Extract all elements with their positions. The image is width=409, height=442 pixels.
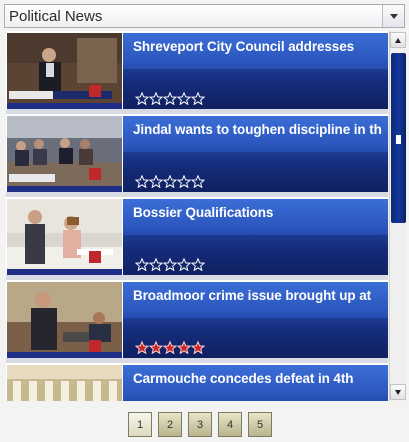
- dropdown-toggle-button[interactable]: [382, 5, 404, 27]
- star-icon[interactable]: [163, 175, 177, 188]
- news-item-2[interactable]: Jindal wants to toughen discipline in th: [6, 114, 388, 192]
- news-thumbnail-3[interactable]: [7, 199, 122, 275]
- star-icon[interactable]: [191, 92, 205, 105]
- arrow-down-icon: [395, 390, 401, 395]
- video-thumbnail-image: [7, 33, 122, 109]
- star-icon[interactable]: [135, 92, 149, 105]
- news-title[interactable]: Shreveport City Council addresses: [133, 39, 354, 54]
- star-icon[interactable]: [177, 341, 191, 354]
- star-icon[interactable]: [177, 258, 191, 271]
- star-rating[interactable]: [135, 341, 205, 354]
- news-item-1[interactable]: Shreveport City Council addresses: [6, 31, 388, 109]
- news-title[interactable]: Carmouche concedes defeat in 4th: [133, 371, 353, 386]
- scroll-down-button[interactable]: [390, 384, 406, 400]
- news-title[interactable]: Broadmoor crime issue brought up at: [133, 288, 371, 303]
- page-button-2[interactable]: 2: [158, 412, 182, 437]
- star-icon[interactable]: [135, 341, 149, 354]
- news-list: Shreveport City Council addresses Jindal…: [6, 31, 388, 401]
- star-icon[interactable]: [163, 92, 177, 105]
- news-info-1: Shreveport City Council addresses: [123, 33, 388, 109]
- scrollbar-thumb[interactable]: [391, 53, 406, 223]
- news-title[interactable]: Jindal wants to toughen discipline in th: [133, 122, 382, 137]
- news-info-5: Carmouche concedes defeat in 4th: [123, 365, 388, 401]
- news-title[interactable]: Bossier Qualifications: [133, 205, 273, 220]
- star-icon[interactable]: [135, 258, 149, 271]
- news-thumbnail-2[interactable]: [7, 116, 122, 192]
- star-icon[interactable]: [149, 258, 163, 271]
- star-rating[interactable]: [135, 92, 205, 105]
- news-info-2: Jindal wants to toughen discipline in th: [123, 116, 388, 192]
- news-item-4[interactable]: Broadmoor crime issue brought up at: [6, 280, 388, 358]
- star-icon[interactable]: [177, 175, 191, 188]
- page-button-4[interactable]: 4: [218, 412, 242, 437]
- category-dropdown-label: Political News: [9, 8, 103, 25]
- star-icon[interactable]: [191, 341, 205, 354]
- star-rating[interactable]: [135, 175, 205, 188]
- star-icon[interactable]: [191, 175, 205, 188]
- news-info-3: Bossier Qualifications: [123, 199, 388, 275]
- page-button-1[interactable]: 1: [128, 412, 152, 437]
- star-icon[interactable]: [191, 258, 205, 271]
- page-button-5[interactable]: 5: [248, 412, 272, 437]
- arrow-up-icon: [395, 38, 401, 43]
- news-item-3[interactable]: Bossier Qualifications: [6, 197, 388, 275]
- category-dropdown[interactable]: Political News: [4, 4, 405, 28]
- star-icon[interactable]: [135, 175, 149, 188]
- news-thumbnail-1[interactable]: [7, 33, 122, 109]
- star-rating[interactable]: [135, 258, 205, 271]
- news-info-4: Broadmoor crime issue brought up at: [123, 282, 388, 358]
- star-icon[interactable]: [149, 92, 163, 105]
- video-thumbnail-image: [7, 199, 122, 275]
- grip-icon: [396, 135, 401, 144]
- news-thumbnail-4[interactable]: [7, 282, 122, 358]
- star-icon[interactable]: [149, 341, 163, 354]
- video-thumbnail-image: [7, 116, 122, 192]
- video-thumbnail-image: [7, 282, 122, 358]
- star-icon[interactable]: [163, 258, 177, 271]
- news-thumbnail-5[interactable]: [7, 365, 122, 401]
- news-item-5[interactable]: Carmouche concedes defeat in 4th: [6, 363, 388, 401]
- scroll-up-button[interactable]: [390, 32, 406, 48]
- pagination: 1 2 3 4 5: [128, 412, 272, 437]
- video-thumbnail-image: [7, 365, 122, 401]
- star-icon[interactable]: [149, 175, 163, 188]
- vertical-scrollbar[interactable]: [389, 31, 406, 401]
- star-icon[interactable]: [177, 92, 191, 105]
- news-widget: Political News Shreveport City Council a…: [0, 0, 409, 442]
- star-icon[interactable]: [163, 341, 177, 354]
- page-button-3[interactable]: 3: [188, 412, 212, 437]
- chevron-down-icon: [390, 14, 398, 19]
